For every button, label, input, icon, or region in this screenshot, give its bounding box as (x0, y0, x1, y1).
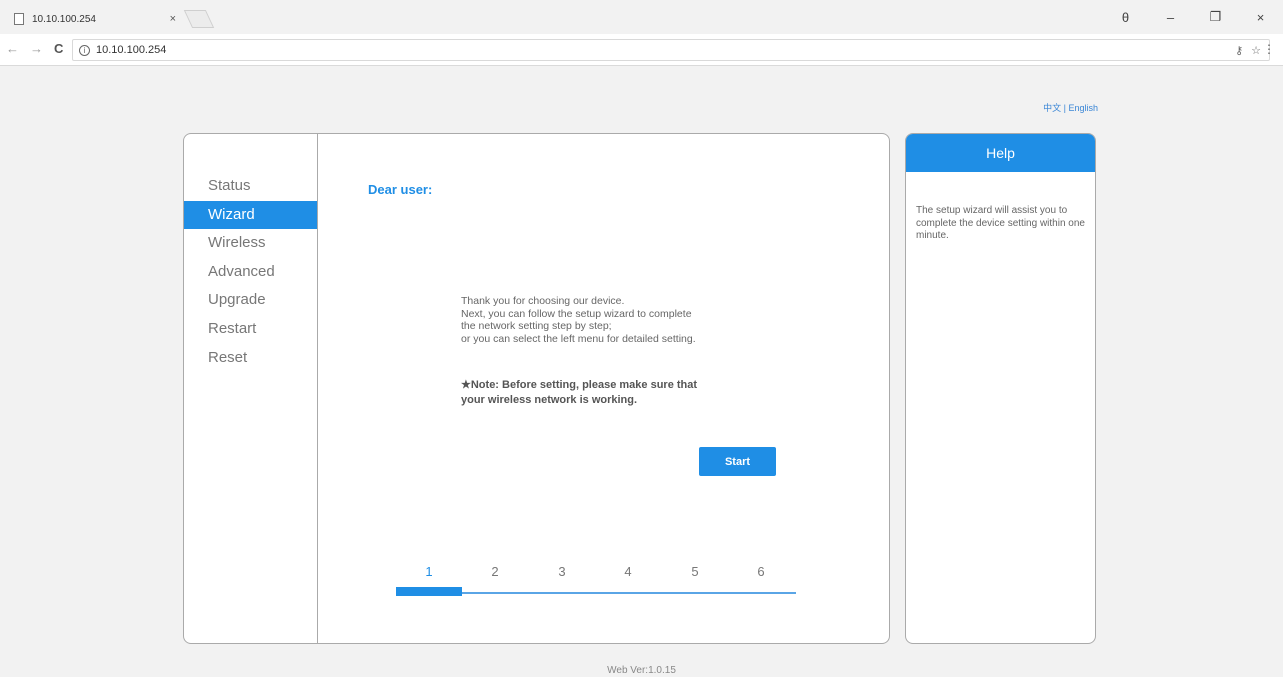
intro-line: the network setting step by step; (461, 320, 612, 332)
sidebar-menu: Status Wizard Wireless Advanced Upgrade … (184, 134, 318, 643)
sidebar-item-advanced[interactable]: Advanced (184, 258, 317, 287)
help-text: The setup wizard will assist you to comp… (916, 205, 1085, 241)
new-tab-button[interactable] (183, 10, 215, 28)
lang-english-link[interactable]: English (1068, 103, 1098, 113)
star-icon[interactable]: ☆ (1251, 44, 1261, 57)
greeting-heading: Dear user: (368, 182, 433, 197)
note-line: your wireless network is working. (461, 394, 638, 406)
note-line: ★Note: Before setting, please make sure … (461, 379, 698, 391)
sidebar-item-wireless[interactable]: Wireless (184, 229, 317, 258)
wizard-content: Dear user: Thank you for choosing our de… (319, 134, 889, 643)
forward-icon[interactable]: → (30, 41, 43, 56)
lang-chinese-link[interactable]: 中文 (1043, 103, 1061, 113)
back-icon[interactable]: ← (6, 41, 19, 56)
intro-line: Next, you can follow the setup wizard to… (461, 307, 692, 320)
sidebar-item-reset[interactable]: Reset (184, 344, 317, 373)
intro-line: Thank you for choosing our device. (461, 295, 625, 307)
menu-dots-icon[interactable]: ⋮ (1263, 42, 1275, 56)
step-number: 3 (558, 564, 566, 579)
start-button[interactable]: Start (699, 447, 776, 476)
step-number: 4 (624, 564, 632, 579)
tab-title: 10.10.100.254 (32, 13, 96, 25)
sidebar-item-wizard[interactable]: Wizard (184, 200, 317, 230)
restore-icon[interactable]: ❐ (1193, 9, 1238, 25)
info-icon[interactable]: i (79, 44, 90, 56)
account-icon[interactable]: θ (1103, 10, 1148, 25)
intro-text: Thank you for choosing our device. Next,… (461, 295, 791, 345)
browser-toolbar: ← → C i 10.10.100.254 ⚷ ☆ ⋮ (0, 34, 1283, 66)
tab-close-icon[interactable]: × (170, 13, 176, 25)
version-footer: Web Ver:1.0.15 (607, 665, 676, 676)
close-icon[interactable]: × (1238, 10, 1283, 25)
note-text: ★Note: Before setting, please make sure … (461, 378, 781, 408)
sidebar-item-upgrade[interactable]: Upgrade (184, 286, 317, 315)
window-controls: θ – ❐ × (1103, 0, 1283, 34)
url-text[interactable]: 10.10.100.254 (96, 44, 1235, 56)
key-icon[interactable]: ⚷ (1235, 44, 1243, 57)
help-panel: Help The setup wizard will assist you to… (905, 133, 1096, 644)
address-bar[interactable]: i 10.10.100.254 ⚷ ☆ (72, 39, 1270, 61)
minimize-icon[interactable]: – (1148, 10, 1193, 25)
language-switch: 中文 | English (1043, 101, 1098, 114)
step-number: 5 (691, 564, 699, 579)
browser-tab[interactable]: 10.10.100.254 × (0, 4, 186, 34)
intro-line: or you can select the left menu for deta… (461, 332, 696, 345)
help-title: Help (906, 134, 1095, 172)
sidebar-item-restart[interactable]: Restart (184, 315, 317, 344)
step-number: 1 (425, 564, 433, 579)
step-indicator: 1 2 3 4 5 6 (396, 564, 796, 596)
reload-icon[interactable]: C (54, 41, 63, 56)
step-number: 2 (491, 564, 499, 579)
page-icon (14, 13, 24, 25)
main-panel: Status Wizard Wireless Advanced Upgrade … (183, 133, 890, 644)
step-number: 6 (757, 564, 765, 579)
step-progress-fill (396, 587, 462, 596)
sidebar-item-status[interactable]: Status (184, 172, 317, 201)
browser-tab-bar: 10.10.100.254 × θ – ❐ × (0, 0, 1283, 34)
